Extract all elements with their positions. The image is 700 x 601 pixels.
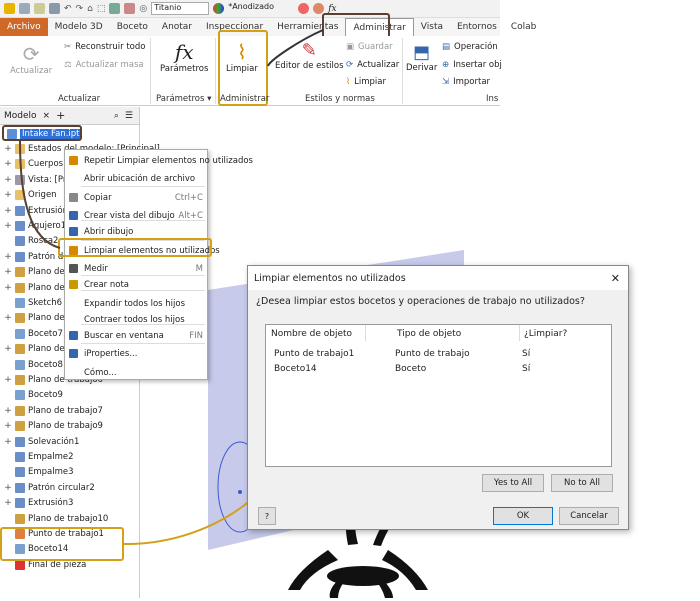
col-nombre[interactable]: Nombre de objeto	[271, 329, 352, 339]
col-tipo[interactable]: Tipo de objeto	[397, 329, 461, 339]
dialog-title: Limpiar elementos no utilizados	[254, 272, 406, 284]
list-header: Nombre de objeto Tipo de objeto ¿Limpiar…	[269, 325, 609, 343]
row-type: Punto de trabajo	[395, 349, 470, 359]
table-row[interactable]: Boceto14 Boceto Sí	[274, 364, 609, 378]
help-button[interactable]: ?	[258, 507, 276, 525]
row-purge: Sí	[522, 364, 531, 374]
cancel-button[interactable]: Cancelar	[559, 507, 619, 525]
objects-list: Nombre de objeto Tipo de objeto ¿Limpiar…	[265, 324, 612, 467]
row-type: Boceto	[395, 364, 427, 374]
row-name: Boceto14	[274, 364, 317, 374]
table-row[interactable]: Punto de trabajo1 Punto de trabajo Sí	[274, 349, 609, 363]
dialog-question: ¿Desea limpiar estos bocetos y operacion…	[256, 296, 585, 307]
yes-to-all-button[interactable]: Yes to All	[482, 474, 544, 492]
row-purge: Sí	[522, 349, 531, 359]
dialog-titlebar: Limpiar elementos no utilizados ✕	[248, 266, 628, 290]
close-icon[interactable]: ✕	[611, 272, 620, 285]
ok-button[interactable]: OK	[493, 507, 553, 525]
col-limpiar[interactable]: ¿Limpiar?	[524, 329, 567, 339]
no-to-all-button[interactable]: No to All	[551, 474, 613, 492]
row-name: Punto de trabajo1	[274, 349, 355, 359]
